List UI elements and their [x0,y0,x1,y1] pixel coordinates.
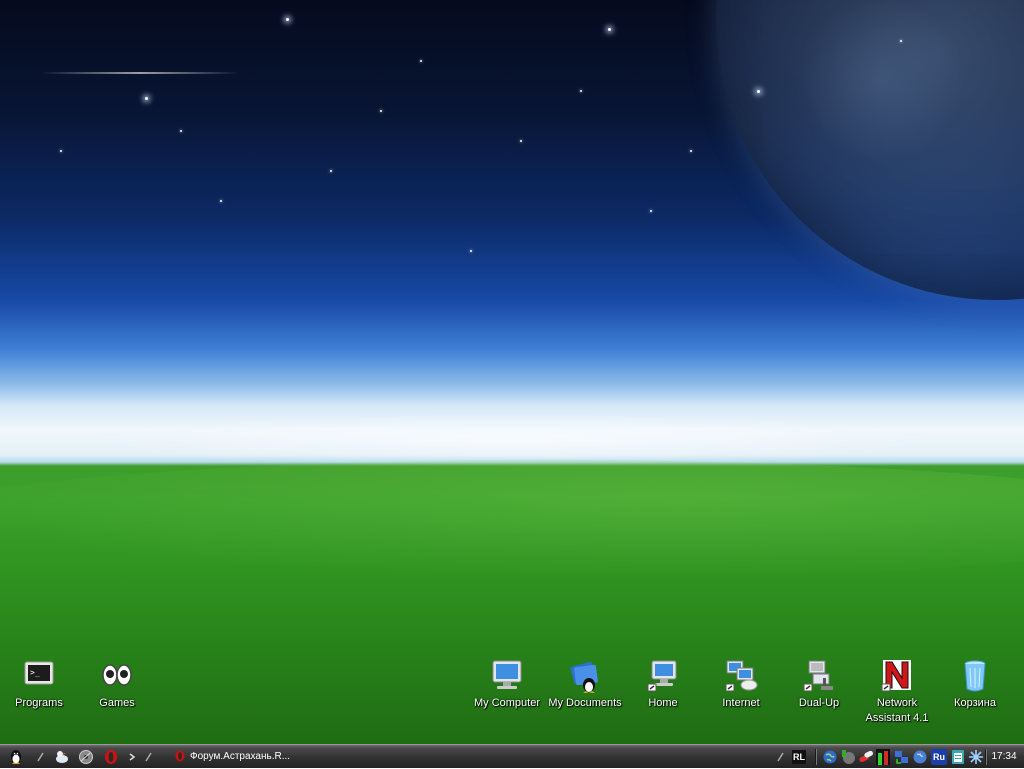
start-penguin-icon[interactable] [8,749,24,765]
task-button-label: Форум.Астрахань.R... [190,751,291,762]
launcher-arrow-icon[interactable] [776,749,786,765]
star [220,200,222,202]
star [690,150,692,152]
eyes-icon [99,658,135,694]
home-computer-icon [645,658,681,694]
desktop-icon-label: Programs [15,697,63,709]
globe-icon[interactable] [822,749,838,765]
star [380,110,382,112]
desktop-icon-programs[interactable]: >_ Programs [0,658,78,728]
dialup-computer-icon [801,658,837,694]
trash-bin-icon [957,658,993,694]
cloud-band-decoration [0,395,1024,470]
terminal-icon: >_ [21,658,57,694]
desktop-icon-network-assistant[interactable]: Network Assistant 4.1 [858,658,936,738]
svg-text:>_: >_ [30,668,40,677]
cpu-meter-icon[interactable] [876,749,890,765]
mail-bird-icon[interactable] [54,749,70,765]
star [60,150,62,152]
desktop-icon-label: Dual-Up [798,697,840,709]
desktop-icon-my-documents[interactable]: My Documents [546,658,624,728]
more-arrow-icon[interactable] [127,749,137,765]
documents-penguin-icon [567,658,603,694]
launcher-arrow-icon[interactable] [144,749,154,765]
taskbar-clock[interactable]: 17:34 [986,745,1022,769]
pills-icon[interactable] [858,749,874,765]
star [608,28,611,31]
star [580,90,582,92]
language-indicator[interactable]: Ru [931,749,947,765]
star [520,140,522,142]
star [330,170,332,172]
task-button-opera-forum[interactable]: Форум.Астрахань.R... [168,747,308,767]
desktop-icon-label: Корзина [954,697,996,709]
desktop-icon-games[interactable]: Games [78,658,156,728]
star [900,40,902,42]
star [180,130,182,132]
network-assistant-n-icon [879,658,915,694]
network-activity-icon[interactable] [894,749,910,765]
star [420,60,422,62]
monitor-icon [489,658,525,694]
tray-separator [815,749,817,765]
disk-icon[interactable] [78,749,94,765]
desktop-icon-label: Games [99,697,135,709]
clipboard-icon[interactable] [950,749,966,765]
launcher-arrow-icon[interactable] [36,749,46,765]
star [286,18,289,21]
taskbar: Форум.Астрахань.R... RL Ru 17:34 [0,744,1024,768]
desktop-wallpaper: >_ Programs Games My Computer My Documen… [0,0,1024,768]
desktop-icon-label: My Documents [548,697,622,709]
desktop-icon-my-computer[interactable]: My Computer [468,658,546,728]
earth-icon[interactable] [912,749,928,765]
desktop-icon-internet[interactable]: Internet [702,658,780,728]
planet-wallpaper-decoration [716,0,1024,300]
opera-icon [174,750,186,762]
desktop-icon-trash[interactable]: Корзина [936,658,1014,728]
desktop-icon-label: Internet [722,697,760,709]
hill-highlight-decoration [0,460,1024,580]
network-icon[interactable] [840,749,856,765]
snowflake-icon[interactable] [968,749,984,765]
keyboard-layout-indicator[interactable]: RL [792,750,806,764]
desktop-icon-label: Home [648,697,678,709]
desktop-icon-label: Network Assistant 4.1 [865,697,929,724]
star [145,97,148,100]
star [757,90,760,93]
desktop-icon-home[interactable]: Home [624,658,702,728]
star [470,250,472,252]
desktop-icon-dual-up[interactable]: Dual-Up [780,658,858,728]
opera-icon[interactable] [103,749,119,765]
star [650,210,652,212]
desktop-icon-label: My Computer [473,697,541,709]
network-globe-icon [723,658,759,694]
wallpaper-logo-underline [40,72,240,74]
